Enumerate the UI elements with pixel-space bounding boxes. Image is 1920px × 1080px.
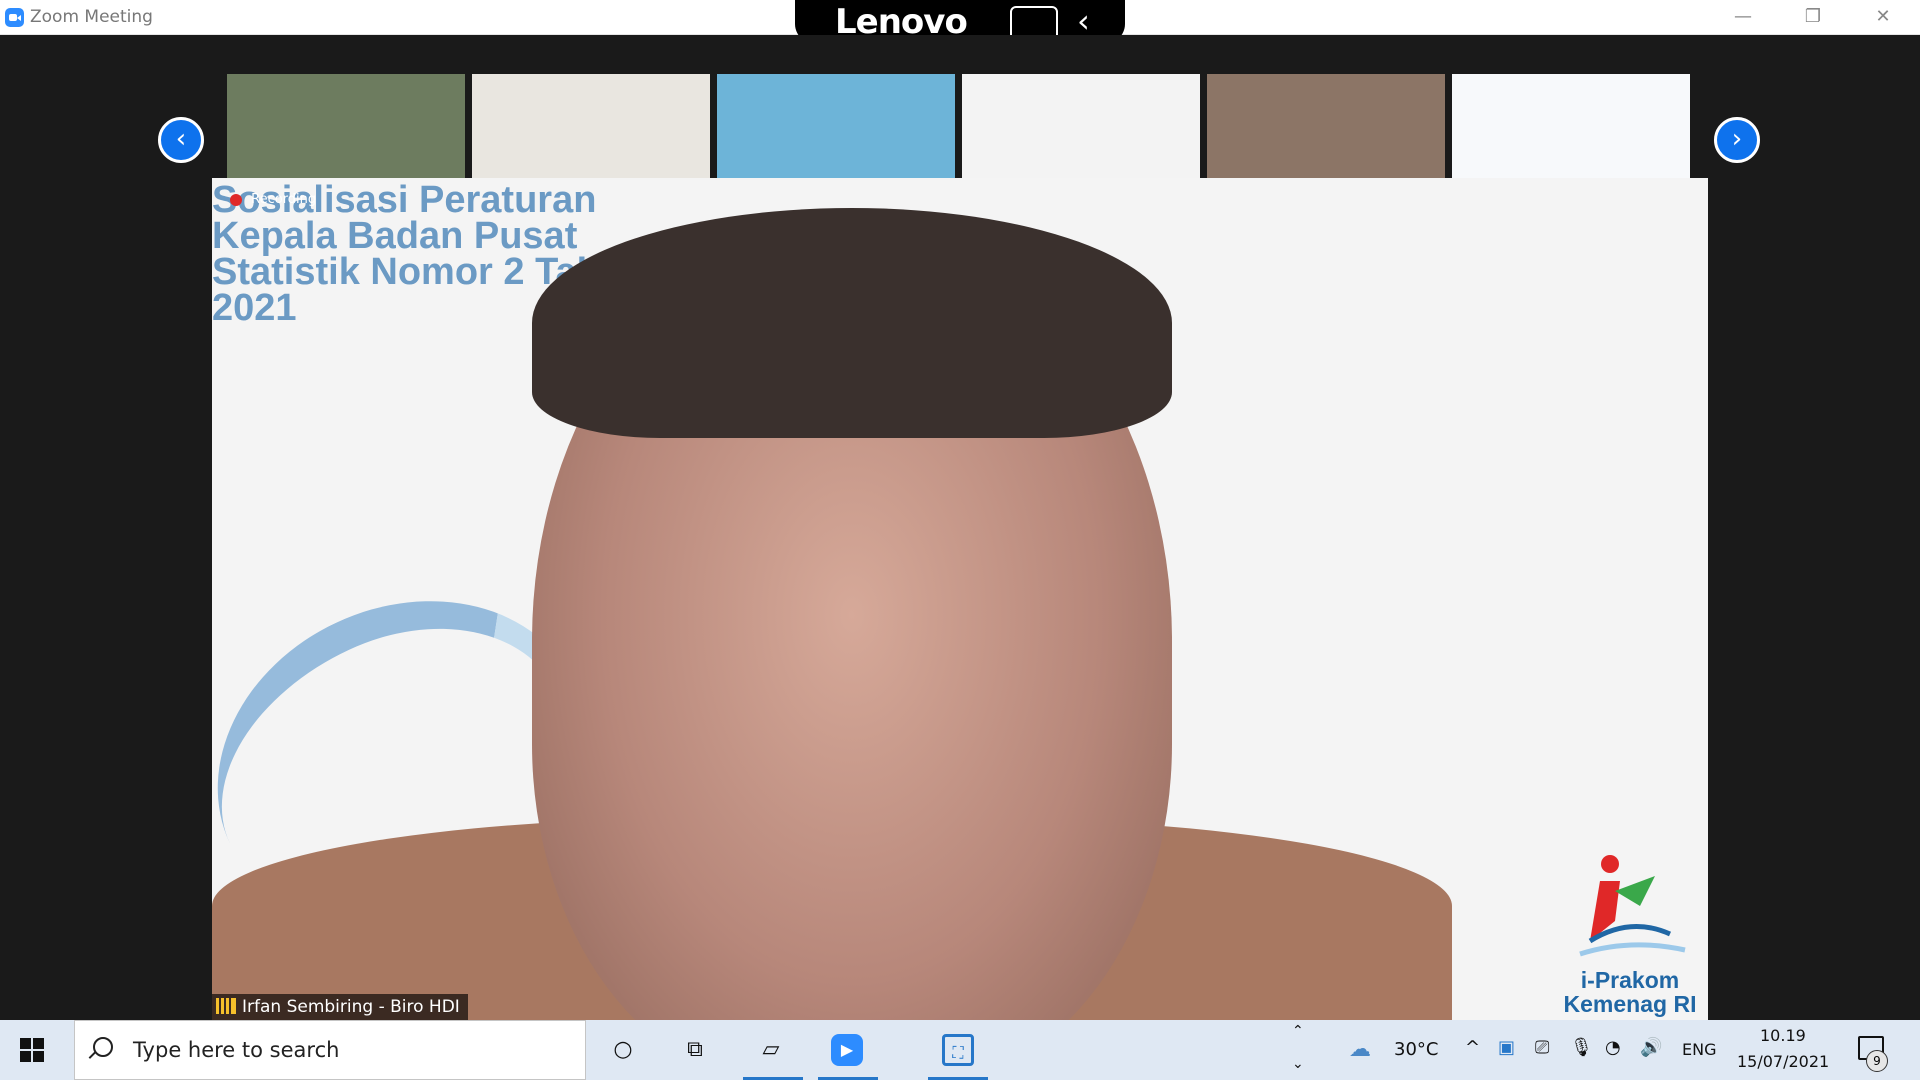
volume-icon[interactable]: 🔊 [1640,1037,1662,1058]
gallery-next-button[interactable]: › [1714,117,1760,163]
zoom-app-icon [5,8,24,27]
screen-capture-icon[interactable]: ⛶ [942,1034,974,1066]
meeting-stage: ‹ › ✗Wahyu Fetrya...✗Arif Seto Purn...✗N… [0,35,1920,1020]
app-icon-notes[interactable]: ▱ [755,1034,787,1066]
search-icon [93,1037,113,1057]
window-title: Zoom Meeting [30,7,153,27]
weather-icon[interactable]: ☁ [1349,1037,1371,1062]
tray-app-icon[interactable]: ▣ [1498,1037,1515,1058]
task-view-icon[interactable]: ⧉ [679,1034,711,1066]
speaker-name-label: Irfan Sembiring - Biro HDI [212,994,468,1020]
active-speaker-video[interactable]: Sosialisasi Peraturan Kepala Badan Pusat… [212,178,1708,1020]
microphone-icon[interactable]: 🎙 [1570,1037,1593,1058]
logo-line-2: Kemenag RI [1563,991,1697,1017]
weather-temp[interactable]: 30°C [1394,1039,1438,1060]
meet-now-icon[interactable]: ⎚ [1535,1037,1549,1058]
logo-caption: i-Prakom Kemenag RI [1560,968,1700,1016]
logo-line-1: i-Prakom [1580,967,1680,993]
scroll-down-icon[interactable]: ⌄ [1292,1056,1304,1072]
recording-label: Recording [251,192,317,207]
gallery-prev-button[interactable]: ‹ [158,117,204,163]
notification-count: 9 [1866,1050,1888,1072]
clock-time[interactable]: 10.19 [1760,1026,1806,1045]
i-prakom-figure-icon [1579,855,1686,957]
language-indicator[interactable]: ENG [1682,1040,1716,1059]
speaker-name: Irfan Sembiring - Biro HDI [242,997,460,1017]
speaker-hair [532,208,1172,438]
zoom-taskbar-icon[interactable]: ▶ [831,1034,863,1066]
minimize-button[interactable]: — [1713,0,1773,34]
close-button[interactable]: ✕ [1853,0,1913,34]
clock-date[interactable]: 15/07/2021 [1737,1052,1829,1071]
scroll-up-icon[interactable]: ⌃ [1292,1023,1304,1039]
i-prakom-logo: i-Prakom Kemenag RI [1560,846,1700,1016]
signal-strength-icon [216,998,236,1014]
restore-button[interactable]: ❐ [1783,0,1843,34]
tray-overflow-icon[interactable]: ^ [1465,1037,1480,1058]
record-dot-icon [230,193,242,206]
search-placeholder: Type here to search [133,1038,340,1062]
recording-indicator: Recording [230,192,316,207]
wifi-icon[interactable]: ◔ [1605,1037,1621,1058]
windows-start-button[interactable] [20,1038,44,1062]
taskbar-search-box[interactable]: Type here to search [74,1020,586,1080]
cortana-icon[interactable]: ○ [607,1034,639,1066]
taskbar: Type here to search ○ ⧉ ▱ ▶ ⛶ ⌃ ⌄ ☁ 30°C… [0,1020,1920,1080]
